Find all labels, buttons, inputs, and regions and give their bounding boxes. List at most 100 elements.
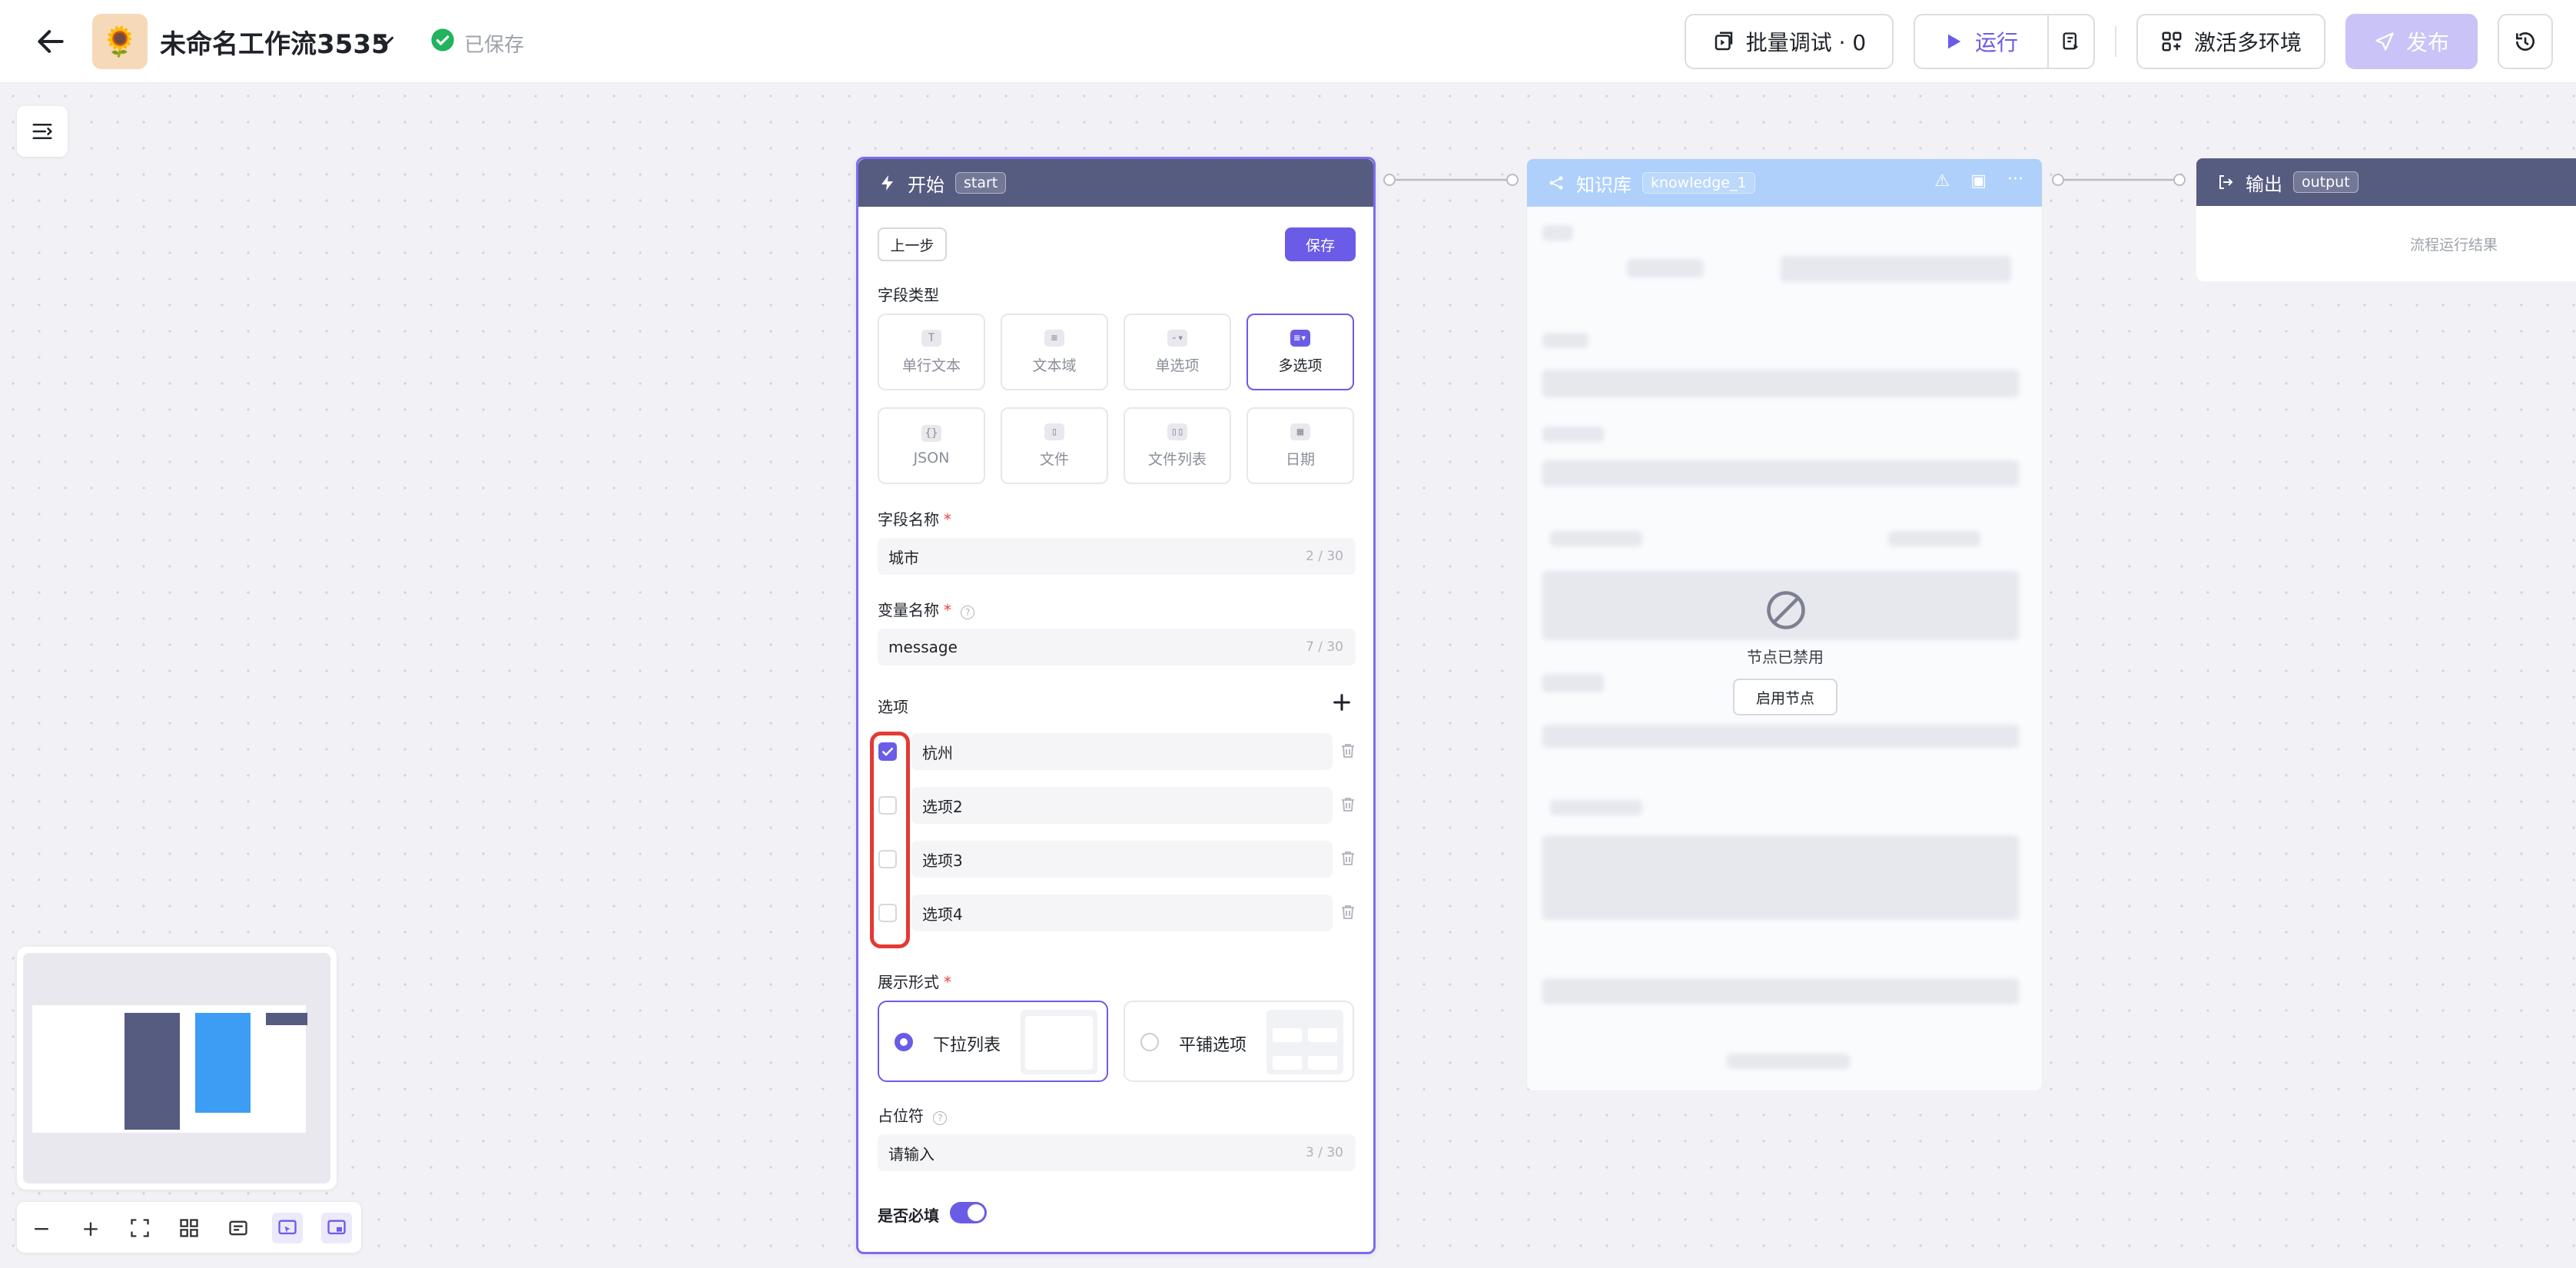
trash-icon[interactable]: [1339, 741, 1357, 764]
multi-select-icon: ≡▾: [1290, 329, 1310, 347]
text-icon: T: [921, 329, 941, 347]
knowledge-node-tag: knowledge_1: [1642, 172, 1755, 194]
display-label-text: 展示形式: [878, 973, 939, 991]
option-checkbox-2[interactable]: [878, 796, 897, 815]
knowledge-node-title: 知识库: [1576, 174, 1632, 196]
display-dropdown-label: 下拉列表: [933, 1036, 1001, 1055]
display-dropdown-option[interactable]: 下拉列表: [878, 1001, 1108, 1082]
chevron-down-icon[interactable]: [375, 29, 398, 55]
lightning-icon: [881, 175, 893, 191]
disabled-text: 节点已禁用: [1747, 648, 1824, 666]
field-name-input[interactable]: 城市 2 / 30: [878, 538, 1356, 575]
zoom-in-icon[interactable]: +: [75, 1213, 106, 1243]
knowledge-node[interactable]: 知识库 knowledge_1 ⚠ ▣ ··· 节点已禁用 启用节点: [1526, 158, 2043, 1091]
field-type-file[interactable]: ▯ 文件: [1001, 407, 1108, 484]
field-type-label-text: 日期: [1285, 450, 1315, 468]
saved-status: 已保存: [464, 34, 525, 57]
play-icon: [1948, 34, 1961, 49]
auto-layout-icon[interactable]: [174, 1213, 204, 1243]
trash-icon[interactable]: [1339, 848, 1357, 871]
option-input-1[interactable]: 杭州: [911, 733, 1333, 770]
batch-debug-button[interactable]: 批量调试 · 0: [1685, 14, 1894, 69]
enable-node-button[interactable]: 启用节点: [1733, 679, 1837, 715]
field-type-single-select[interactable]: -▾ 单选项: [1124, 314, 1231, 390]
workflow-avatar-icon[interactable]: 🌻: [92, 14, 148, 69]
comment-icon[interactable]: [223, 1213, 254, 1243]
display-label: 展示形式 *: [878, 973, 951, 991]
field-type-textarea[interactable]: ≡ 文本域: [1001, 314, 1108, 390]
minimap-knowledge-node: [195, 1013, 251, 1113]
field-type-label-text: 多选项: [1278, 357, 1323, 374]
option-checkbox-4[interactable]: [878, 904, 897, 922]
zoom-out-icon[interactable]: −: [26, 1213, 57, 1243]
minimap-output-node: [266, 1013, 307, 1025]
field-type-multi-select[interactable]: ≡▾ 多选项: [1247, 314, 1354, 390]
field-name-label: 字段名称 *: [878, 510, 951, 529]
display-dropdown-radio[interactable]: [895, 1033, 913, 1051]
textarea-icon: ≡: [1044, 329, 1064, 347]
required-toggle[interactable]: [950, 1202, 987, 1223]
option-input-4[interactable]: 选项4: [911, 895, 1333, 931]
back-arrow-icon[interactable]: [34, 25, 68, 58]
output-node[interactable]: 输出 output 流程运行结果: [2196, 158, 2576, 281]
trash-icon[interactable]: [1339, 902, 1357, 925]
field-type-file-list[interactable]: ▯▯ 文件列表: [1124, 407, 1231, 484]
display-tiled-option[interactable]: 平铺选项: [1124, 1001, 1354, 1082]
var-name-label-text: 变量名称: [878, 601, 939, 619]
trash-icon[interactable]: [1339, 795, 1357, 818]
required-label: 是否必填: [878, 1207, 939, 1225]
placeholder-label-text: 占位符: [878, 1107, 924, 1125]
warning-icon[interactable]: ⚠: [1934, 171, 1950, 191]
file-icon: ▯: [1044, 423, 1064, 440]
help-icon[interactable]: ?: [961, 606, 975, 619]
minimap[interactable]: [17, 947, 337, 1190]
placeholder-value: 请输入: [888, 1144, 934, 1163]
save-button[interactable]: 保存: [1285, 227, 1356, 261]
publish-label: 发布: [2405, 30, 2449, 55]
output-node-header[interactable]: 输出 output: [2196, 158, 2576, 206]
start-node-tag: start: [955, 172, 1007, 194]
run-history-icon[interactable]: [2047, 15, 2093, 68]
activate-env-button[interactable]: 激活多环境: [2136, 14, 2325, 69]
run-label: 运行: [1975, 30, 2019, 55]
field-type-single-line[interactable]: T 单行文本: [878, 314, 985, 390]
option-checkbox-3[interactable]: [878, 850, 897, 868]
fit-view-icon[interactable]: [124, 1213, 155, 1243]
minimap-toggle-icon[interactable]: [321, 1213, 352, 1243]
field-name-count: 2 / 30: [1306, 549, 1343, 564]
history-button[interactable]: [2498, 14, 2553, 69]
field-type-label-text: 单选项: [1155, 357, 1200, 374]
placeholder-input[interactable]: 请输入 3 / 30: [878, 1134, 1356, 1171]
option-input-2[interactable]: 选项2: [911, 787, 1333, 824]
json-icon: {}: [921, 425, 941, 442]
more-icon[interactable]: ···: [2007, 170, 2023, 189]
option-checkbox-1[interactable]: [878, 742, 897, 761]
disabled-icon: [1767, 591, 1805, 629]
top-bar: 🌻 未命名工作流3535 已保存 批量调试 · 0 运行 激活多环境 发布: [0, 0, 2576, 83]
help-icon[interactable]: ?: [933, 1111, 948, 1125]
run-button[interactable]: 运行: [1914, 14, 2095, 69]
add-option-plus-icon[interactable]: [1331, 692, 1353, 716]
prev-step-button[interactable]: 上一步: [878, 227, 947, 261]
pointer-mode-icon[interactable]: [272, 1213, 303, 1243]
field-type-date[interactable]: ▦ 日期: [1247, 407, 1354, 484]
output-node-title: 输出: [2246, 173, 2282, 195]
field-name-label-text: 字段名称: [878, 510, 939, 529]
knowledge-node-header[interactable]: 知识库 knowledge_1 ⚠ ▣ ···: [1527, 159, 2042, 207]
publish-button[interactable]: 发布: [2345, 14, 2478, 69]
var-name-input[interactable]: message 7 / 30: [878, 629, 1356, 666]
display-tiled-radio[interactable]: [1140, 1033, 1159, 1051]
field-type-json[interactable]: {} JSON: [878, 407, 985, 484]
options-label: 选项: [878, 698, 908, 716]
var-name-label: 变量名称 * ?: [878, 598, 975, 620]
option-input-3[interactable]: 选项3: [911, 841, 1333, 878]
panel-icon[interactable]: ▣: [1970, 171, 1987, 191]
workflow-title[interactable]: 未命名工作流3535: [160, 23, 390, 61]
panel-toggle-icon[interactable]: [17, 106, 68, 157]
check-circle-icon: [430, 28, 455, 55]
start-node-header[interactable]: 开始 start: [858, 159, 1373, 207]
var-name-value: message: [888, 638, 958, 656]
checkmark-icon: [881, 748, 894, 756]
output-placeholder: 流程运行结果: [2410, 237, 2498, 254]
field-type-label-text: 文件: [1039, 450, 1069, 468]
